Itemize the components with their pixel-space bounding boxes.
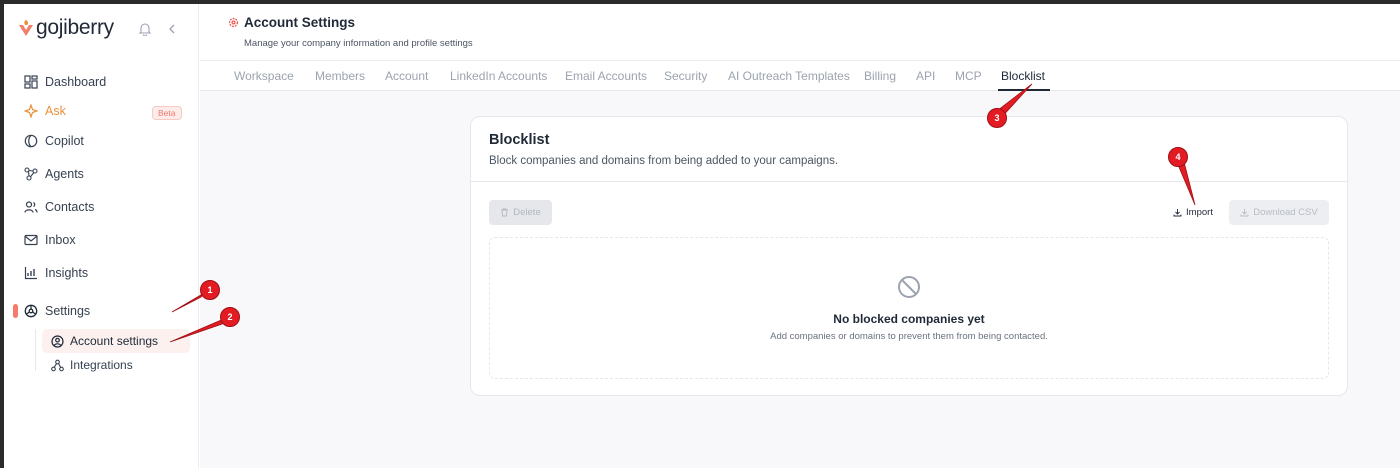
download-label: Download CSV xyxy=(1253,207,1318,218)
sidebar-item-label: Copilot xyxy=(45,134,84,148)
logo-text: gojiberry xyxy=(36,16,114,39)
contacts-icon xyxy=(24,201,38,213)
page-subtitle: Manage your company information and prof… xyxy=(244,38,473,49)
tab-mcp[interactable]: MCP xyxy=(955,69,982,83)
sidebar-item-dashboard[interactable]: Dashboard xyxy=(24,72,184,92)
sidebar-item-label: Ask xyxy=(45,104,66,118)
delete-label: Delete xyxy=(513,207,541,218)
divider xyxy=(471,181,1347,182)
main-content: Account Settings Manage your company inf… xyxy=(200,4,1400,468)
sidebar-item-agents[interactable]: Agents xyxy=(24,164,184,184)
sidebar-item-insights[interactable]: Insights xyxy=(24,263,184,283)
sidebar-item-settings[interactable]: Settings xyxy=(24,301,184,321)
blocklist-card: Blocklist Block companies and domains fr… xyxy=(470,116,1348,396)
annotation-marker-1: 1 xyxy=(200,280,220,300)
dashboard-icon xyxy=(24,75,38,89)
sidebar-item-label: Settings xyxy=(45,304,91,318)
import-icon xyxy=(1173,209,1182,217)
sidebar-subitem-account-settings[interactable]: Account settings xyxy=(42,329,190,353)
import-label: Import xyxy=(1186,207,1213,218)
gear-icon xyxy=(228,17,239,28)
tab-email-accounts[interactable]: Email Accounts xyxy=(565,69,647,83)
page-title: Account Settings xyxy=(244,15,356,30)
logo-icon xyxy=(19,20,33,36)
sidebar-item-contacts[interactable]: Contacts xyxy=(24,197,184,217)
integrations-icon xyxy=(51,359,64,371)
tab-account[interactable]: Account xyxy=(385,69,428,83)
sparkle-icon xyxy=(24,104,38,118)
tab-api[interactable]: API xyxy=(916,69,935,83)
sidebar-subitem-integrations[interactable]: Integrations xyxy=(42,353,190,377)
sidebar-subitem-label: Account settings xyxy=(70,334,159,348)
bell-icon[interactable] xyxy=(138,22,152,36)
sidebar-item-label: Contacts xyxy=(45,200,95,214)
agents-icon xyxy=(24,167,38,181)
annotation-marker-3: 3 xyxy=(987,108,1007,128)
beta-badge: Beta xyxy=(152,106,182,120)
sidebar-item-label: Inbox xyxy=(45,233,76,247)
download-icon xyxy=(1240,209,1249,217)
download-csv-button[interactable]: Download CSV xyxy=(1229,200,1329,225)
copilot-icon xyxy=(24,134,38,148)
sidebar: gojiberry Dashboard Ask Beta Copilot Age… xyxy=(4,4,199,468)
tab-members[interactable]: Members xyxy=(315,69,365,83)
sidebar-subitem-label: Integrations xyxy=(70,358,133,372)
settings-icon xyxy=(24,304,38,318)
tab-billing[interactable]: Billing xyxy=(864,69,896,83)
sidebar-item-label: Dashboard xyxy=(45,75,107,89)
sidebar-item-copilot[interactable]: Copilot xyxy=(24,131,184,151)
tab-ai-outreach-templates[interactable]: AI Outreach Templates xyxy=(728,69,850,83)
card-title: Blocklist xyxy=(489,132,550,148)
active-tab-indicator xyxy=(998,89,1050,91)
tab-blocklist[interactable]: Blocklist xyxy=(1001,69,1045,83)
sidebar-item-inbox[interactable]: Inbox xyxy=(24,230,184,250)
annotation-marker-4: 4 xyxy=(1168,147,1188,167)
sidebar-item-label: Insights xyxy=(45,266,89,280)
tab-linkedin-accounts[interactable]: LinkedIn Accounts xyxy=(450,69,547,83)
insights-icon xyxy=(24,267,37,280)
sidebar-item-label: Agents xyxy=(45,167,84,181)
user-circle-icon xyxy=(51,334,64,348)
chevron-left-icon[interactable] xyxy=(166,22,178,36)
app-window: gojiberry Dashboard Ask Beta Copilot Age… xyxy=(4,4,1400,468)
trash-icon xyxy=(501,208,509,217)
delete-button[interactable]: Delete xyxy=(489,200,552,225)
import-button[interactable]: Import xyxy=(1165,200,1221,225)
logo[interactable]: gojiberry xyxy=(18,16,114,40)
blocked-icon xyxy=(898,276,920,298)
card-description: Block companies and domains from being a… xyxy=(489,155,839,167)
page-header: Account Settings Manage your company inf… xyxy=(200,4,1400,60)
inbox-icon xyxy=(24,234,38,246)
annotation-marker-2: 2 xyxy=(220,307,240,327)
settings-tabs: Workspace Members Account LinkedIn Accou… xyxy=(200,60,1400,91)
active-indicator xyxy=(13,304,18,318)
empty-state-title: No blocked companies yet xyxy=(833,312,985,326)
empty-state: No blocked companies yet Add companies o… xyxy=(489,237,1329,379)
submenu-line xyxy=(35,329,36,371)
tab-security[interactable]: Security xyxy=(664,69,707,83)
tab-workspace[interactable]: Workspace xyxy=(234,69,294,83)
empty-state-subtitle: Add companies or domains to prevent them… xyxy=(770,331,1048,342)
